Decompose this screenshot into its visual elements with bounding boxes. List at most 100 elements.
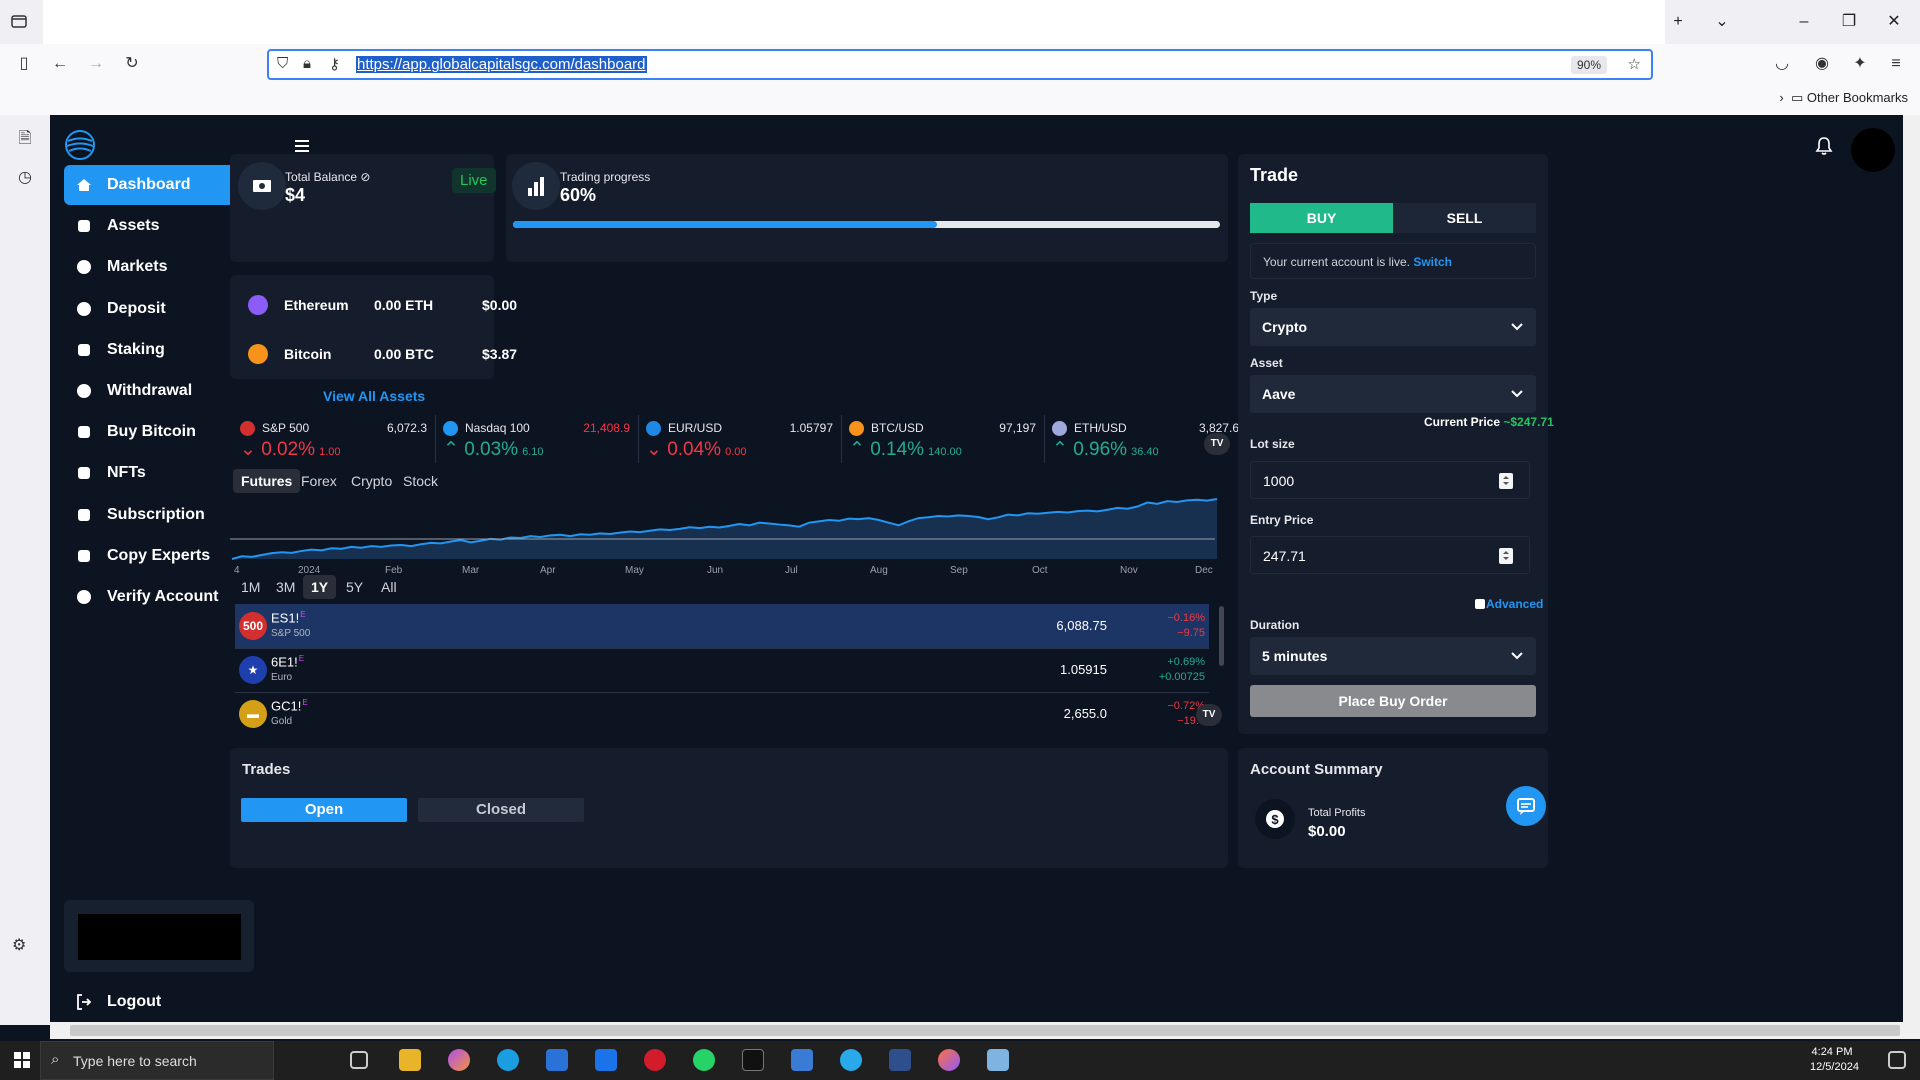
symbol-row-gold[interactable]: ▬ GC1!E Gold 2,655.0 −0.72% −19.3: [235, 692, 1209, 736]
sidebar-item-markets[interactable]: Markets: [64, 247, 254, 287]
reload-icon[interactable]: ↻: [120, 52, 144, 76]
notifications-icon[interactable]: [1888, 1051, 1906, 1069]
range-tab-1y[interactable]: 1Y: [303, 575, 337, 599]
sidebar-item-dashboard[interactable]: Dashboard: [64, 165, 254, 205]
calculator-icon[interactable]: [791, 1049, 813, 1071]
tradingview-logo-icon[interactable]: TV: [1204, 433, 1230, 455]
url-text[interactable]: https://app.globalcapitalsgc.com/dashboa…: [356, 56, 647, 73]
back-icon[interactable]: ←: [48, 52, 72, 76]
address-bar[interactable]: ⛉ 🔒︎ ⚷ https://app.globalcapitalsgc.com/…: [267, 49, 1653, 80]
symbol-row-s-p-500[interactable]: 500 ES1!E S&P 500 6,088.75 −0.16% −9.75: [235, 604, 1209, 648]
advanced-checkbox[interactable]: [1475, 599, 1485, 609]
market-chart[interactable]: 4 2024 Feb Mar Apr May Jun Jul Aug Sep Oct Nov Dec: [230, 495, 1230, 575]
copilot-icon[interactable]: [448, 1049, 470, 1071]
chart-tab-stock[interactable]: Stock: [395, 469, 446, 493]
telegram-icon[interactable]: [840, 1049, 862, 1071]
chart-tab-futures[interactable]: Futures: [233, 469, 301, 493]
advanced-toggle[interactable]: Advanced: [1475, 597, 1543, 611]
forward-icon[interactable]: →: [84, 52, 108, 76]
duration-select[interactable]: 5 minutes: [1250, 637, 1536, 675]
place-buy-order-button[interactable]: Place Buy Order: [1250, 685, 1536, 717]
scrollbar-thumb[interactable]: [70, 1025, 1900, 1036]
whatsapp-icon[interactable]: [693, 1049, 715, 1071]
other-bookmarks[interactable]: › ▭ Other Bookmarks: [1779, 90, 1908, 106]
shield-icon[interactable]: ⛉: [277, 55, 288, 72]
range-tab-3m[interactable]: 3M: [268, 575, 303, 599]
account-icon[interactable]: ◉: [1810, 52, 1834, 76]
hamburger-menu-icon[interactable]: [293, 138, 313, 154]
asset-select[interactable]: Aave: [1250, 375, 1536, 413]
chat-button[interactable]: [1506, 786, 1546, 826]
taskbar-clock[interactable]: 4:24 PM 12/5/2024: [1810, 1045, 1859, 1075]
ticker-item[interactable]: EUR/USD 1.05797 ⌄ 0.04% 0.00: [646, 413, 833, 471]
key-icon[interactable]: ⚷: [329, 55, 340, 73]
tradingview-logo-icon-2[interactable]: TV: [1196, 704, 1222, 726]
ticker-item[interactable]: BTC/USD 97,197 ⌃ 0.14% 140.00: [849, 413, 1036, 471]
range-tab-all[interactable]: All: [373, 575, 405, 599]
chart-tab-crypto[interactable]: Crypto: [343, 469, 400, 493]
asset-row-ethereum[interactable]: Ethereum 0.00 ETH $0.00: [230, 283, 550, 323]
file-explorer-icon[interactable]: [399, 1049, 421, 1071]
user-avatar[interactable]: [1851, 128, 1895, 172]
switch-account-link[interactable]: Switch: [1413, 255, 1452, 269]
firefox-icon[interactable]: [938, 1049, 960, 1071]
sidebar-item-subscription[interactable]: Subscription: [64, 495, 254, 535]
zoom-level[interactable]: 90%: [1570, 56, 1607, 74]
entry-price-stepper[interactable]: [1499, 548, 1513, 564]
taskbar-search[interactable]: ⌕ Type here to search: [40, 1041, 274, 1080]
pocket-icon[interactable]: ◡: [1770, 52, 1794, 76]
restore-icon[interactable]: ❐: [1829, 8, 1869, 36]
sidebar-item-copy-experts[interactable]: Copy Experts: [64, 536, 254, 576]
symbol-row-euro[interactable]: ★ 6E1!E Euro 1.05915 +0.69% +0.00725: [235, 648, 1209, 692]
ticker-item[interactable]: Nasdaq 100 21,408.9 ⌃ 0.03% 6.10: [443, 413, 630, 471]
chart-tab-forex[interactable]: Forex: [293, 469, 345, 493]
notifications-bell-icon[interactable]: [1814, 136, 1834, 156]
clock-icon[interactable]: ◷: [15, 167, 35, 187]
closed-trades-tab[interactable]: Closed: [418, 798, 584, 822]
asset-row-bitcoin[interactable]: Bitcoin 0.00 BTC $3.87: [230, 332, 550, 372]
range-tab-1m[interactable]: 1M: [233, 575, 268, 599]
settings-gear-icon[interactable]: ⚙: [12, 935, 28, 954]
ticker-item[interactable]: S&P 500 6,072.3 ⌄ 0.02% 1.00: [240, 413, 427, 471]
tradingview-app-icon[interactable]: [742, 1049, 764, 1071]
mail-icon[interactable]: [595, 1049, 617, 1071]
buy-tab[interactable]: BUY: [1250, 203, 1393, 233]
task-view-icon[interactable]: [350, 1051, 368, 1069]
app-icon[interactable]: [889, 1049, 911, 1071]
entry-price-input[interactable]: 247.71: [1250, 536, 1530, 574]
sidebar-item-assets[interactable]: Assets: [64, 206, 254, 246]
sidebar-item-deposit[interactable]: Deposit: [64, 289, 254, 329]
sidebar-item-verify-account[interactable]: Verify Account: [64, 577, 254, 617]
store-icon[interactable]: [546, 1049, 568, 1071]
lot-size-input[interactable]: 1000: [1250, 461, 1530, 499]
brand-logo-icon[interactable]: [64, 129, 96, 161]
sell-tab[interactable]: SELL: [1393, 203, 1536, 233]
type-select[interactable]: Crypto: [1250, 308, 1536, 346]
range-tab-5y[interactable]: 5Y: [338, 575, 371, 599]
bookmark-star-icon[interactable]: ☆: [1628, 55, 1641, 73]
sidebar-item-buy-bitcoin[interactable]: Buy Bitcoin: [64, 412, 254, 452]
open-trades-tab[interactable]: Open: [241, 798, 407, 822]
active-tab[interactable]: [43, 0, 1665, 44]
page-horizontal-scrollbar[interactable]: [50, 1022, 1920, 1039]
eye-slash-icon[interactable]: ⊘: [360, 170, 370, 184]
tab-overflow-chevron-icon[interactable]: ⌄: [1702, 8, 1742, 36]
sidebar-item-withdrawal[interactable]: Withdrawal: [64, 371, 254, 411]
extensions-icon[interactable]: ✦: [1848, 52, 1872, 76]
opera-icon[interactable]: [644, 1049, 666, 1071]
new-tab-icon[interactable]: +: [1658, 8, 1698, 36]
sidebar-toggle-icon[interactable]: ▯: [12, 52, 36, 76]
menu-icon[interactable]: ≡: [1884, 52, 1908, 76]
symbol-list-scrollbar[interactable]: [1219, 606, 1224, 666]
edge-icon[interactable]: [497, 1049, 519, 1071]
sidebar-item-staking[interactable]: Staking: [64, 330, 254, 370]
history-panel-icon[interactable]: 🗎︎: [15, 127, 35, 147]
close-window-icon[interactable]: ✕: [1874, 8, 1914, 36]
notepad-icon[interactable]: [987, 1049, 1009, 1071]
windows-start-icon[interactable]: [14, 1052, 30, 1068]
lock-icon[interactable]: 🔒︎: [303, 55, 311, 72]
sidebar-item-nfts[interactable]: NFTs: [64, 453, 254, 493]
page-vertical-scrollbar[interactable]: [1903, 115, 1920, 1025]
view-all-assets-link[interactable]: View All Assets: [323, 388, 425, 404]
tab-list-icon[interactable]: [10, 12, 30, 32]
